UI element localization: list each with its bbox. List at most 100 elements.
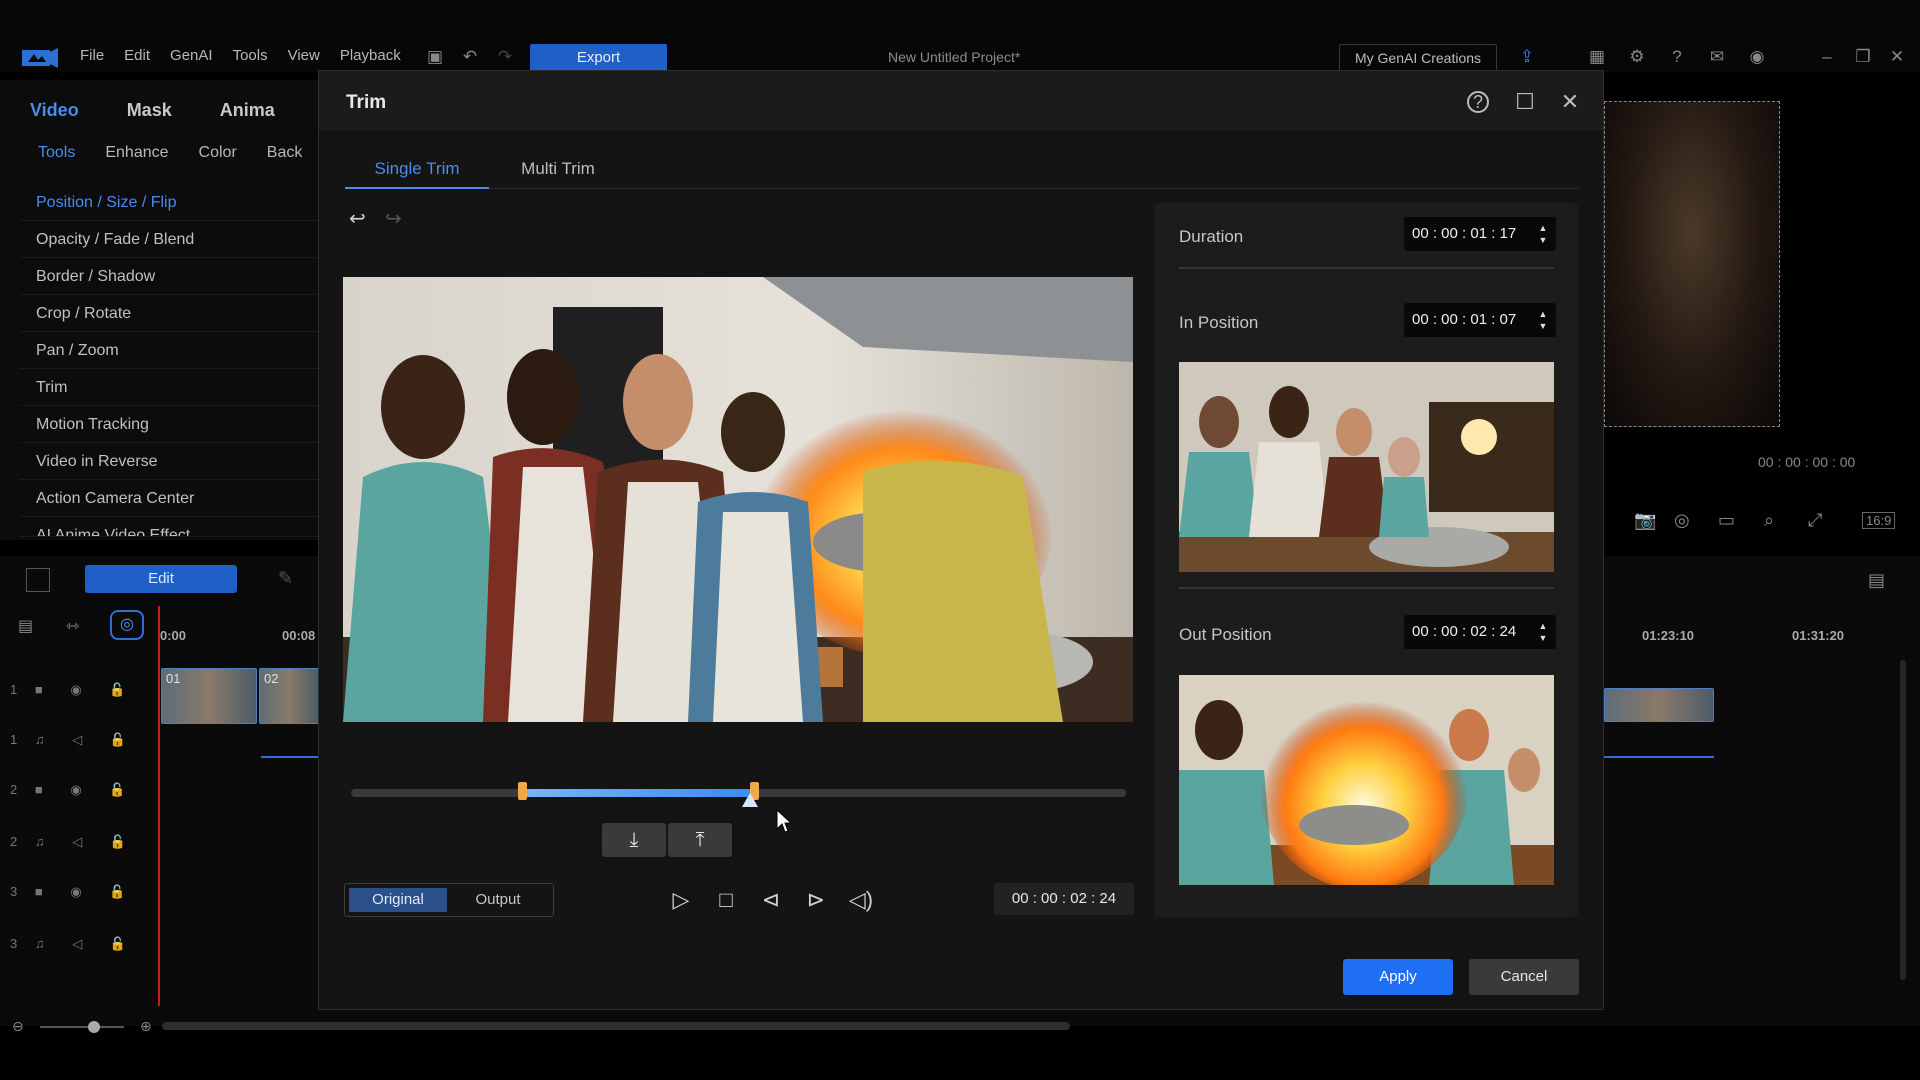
lock-icon[interactable]: 🔓 xyxy=(109,682,125,697)
stop-icon[interactable]: □ xyxy=(709,883,743,917)
tool-crop-rotate[interactable]: Crop / Rotate xyxy=(20,295,320,332)
speaker-icon[interactable]: ◁ xyxy=(72,834,82,849)
mark-out-button[interactable]: ⤒ xyxy=(668,823,732,857)
preview-quality-icon[interactable]: ◎ xyxy=(1674,510,1690,531)
lock-icon[interactable]: 🔓 xyxy=(109,884,125,899)
tool-border-shadow[interactable]: Border / Shadow xyxy=(20,258,320,295)
undo-icon[interactable]: ↩ xyxy=(349,206,366,231)
track-manager-icon[interactable]: ▤ xyxy=(18,616,33,636)
speaker-icon[interactable]: ◁ xyxy=(72,936,82,951)
share-icon[interactable]: ⇪ xyxy=(1516,46,1538,68)
close-app-icon[interactable]: ✕ xyxy=(1886,46,1908,68)
subtab-color[interactable]: Color xyxy=(199,144,237,162)
menu-tools[interactable]: Tools xyxy=(233,47,268,64)
timeline-clip[interactable]: 01 xyxy=(161,668,257,724)
audio-clip[interactable] xyxy=(261,728,319,758)
my-genai-creations-button[interactable]: My GenAI Creations xyxy=(1339,44,1497,72)
timeline-clip[interactable] xyxy=(1604,688,1714,722)
eye-icon[interactable]: ◉ xyxy=(70,782,81,797)
fit-timeline-icon[interactable]: ⇿ xyxy=(66,616,79,636)
menu-edit[interactable]: Edit xyxy=(124,47,150,64)
output-view-button[interactable]: Output xyxy=(449,888,547,912)
gear-icon[interactable]: ⚙ xyxy=(1626,46,1648,68)
tab-video[interactable]: Video xyxy=(30,100,79,121)
menu-genai[interactable]: GenAI xyxy=(170,47,213,64)
restore-icon[interactable]: ❐ xyxy=(1852,46,1874,68)
next-frame-icon[interactable]: ⊳ xyxy=(799,883,833,917)
trim-scrubber[interactable] xyxy=(351,782,1126,807)
megaphone-icon[interactable]: ✉ xyxy=(1706,46,1728,68)
tool-opacity-fade-blend[interactable]: Opacity / Fade / Blend xyxy=(20,221,320,258)
minimize-icon[interactable]: – xyxy=(1816,46,1838,68)
magic-tool-icon[interactable]: ◎ xyxy=(110,610,144,640)
tab-single-trim[interactable]: Single Trim xyxy=(345,159,489,189)
volume-icon[interactable]: ◁) xyxy=(844,883,878,917)
aspect-ratio-icon[interactable]: 16:9 xyxy=(1862,512,1896,529)
lock-icon[interactable]: 🔓 xyxy=(110,834,126,849)
layout-icon[interactable]: ▦ xyxy=(1586,46,1608,68)
timeline-clip[interactable]: 02 xyxy=(259,668,319,724)
redo-icon[interactable]: ↷ xyxy=(494,46,516,68)
tab-multi-trim[interactable]: Multi Trim xyxy=(505,159,611,189)
eye-icon[interactable]: ◉ xyxy=(70,884,81,899)
zoom-slider-track[interactable] xyxy=(40,1026,124,1028)
zoom-in-icon[interactable]: ⊕ xyxy=(140,1018,152,1035)
subtab-background[interactable]: Back xyxy=(267,144,303,162)
tab-mask[interactable]: Mask xyxy=(127,100,172,121)
close-icon[interactable]: ✕ xyxy=(1557,89,1583,115)
in-position-spinner[interactable]: ▲ ▼ xyxy=(1538,308,1548,332)
speaker-icon[interactable]: ◁ xyxy=(72,732,82,747)
timeline-vertical-scrollbar[interactable] xyxy=(1900,660,1906,980)
fullscreen-icon[interactable]: ⤢ xyxy=(1808,510,1822,531)
subtab-enhance[interactable]: Enhance xyxy=(105,144,168,162)
tab-animation[interactable]: Anima xyxy=(220,100,275,121)
menu-file[interactable]: File xyxy=(80,47,104,64)
apply-button[interactable]: Apply xyxy=(1343,959,1453,995)
save-icon[interactable]: ▣ xyxy=(424,46,446,68)
in-position-field[interactable]: 00 : 00 : 01 : 07 ▲ ▼ xyxy=(1404,303,1556,337)
tool-trim[interactable]: Trim xyxy=(20,369,320,406)
help-icon[interactable]: ? xyxy=(1467,91,1489,113)
tool-position-size-flip[interactable]: Position / Size / Flip xyxy=(20,184,320,221)
subtab-tools[interactable]: Tools xyxy=(38,144,75,162)
edit-button[interactable]: Edit xyxy=(85,565,237,593)
pen-icon[interactable]: ✎ xyxy=(278,568,293,589)
eye-icon[interactable]: ◉ xyxy=(70,682,81,697)
snapshot-icon[interactable]: 📷 xyxy=(1634,510,1656,531)
play-icon[interactable]: ▷ xyxy=(664,883,698,917)
tool-video-in-reverse[interactable]: Video in Reverse xyxy=(20,443,320,480)
original-view-button[interactable]: Original xyxy=(349,888,447,912)
help-icon[interactable]: ? xyxy=(1666,46,1688,68)
duration-spinner[interactable]: ▲ ▼ xyxy=(1538,222,1548,246)
undo-icon[interactable]: ↶ xyxy=(459,46,481,68)
lock-icon[interactable]: 🔓 xyxy=(110,936,126,951)
export-button[interactable]: Export xyxy=(530,44,667,72)
subtitle-icon[interactable]: ▤ xyxy=(1868,570,1885,591)
lock-icon[interactable]: 🔓 xyxy=(110,732,126,747)
out-position-spinner[interactable]: ▲ ▼ xyxy=(1538,620,1548,644)
zoom-slider-handle[interactable] xyxy=(88,1021,100,1033)
lock-icon[interactable]: 🔓 xyxy=(109,782,125,797)
maximize-icon[interactable]: ☐ xyxy=(1512,89,1538,115)
menu-playback[interactable]: Playback xyxy=(340,47,401,64)
account-icon[interactable]: ◉ xyxy=(1746,46,1768,68)
zoom-preview-icon[interactable]: ⌕ xyxy=(1764,510,1774,531)
menu-view[interactable]: View xyxy=(288,47,320,64)
tool-ai-anime-video-effect[interactable]: AI Anime Video Effect xyxy=(20,517,320,537)
scrubber-playhead[interactable] xyxy=(742,793,759,807)
redo-icon[interactable]: ↪ xyxy=(385,206,402,231)
mark-in-button[interactable]: ⤓ xyxy=(602,823,666,857)
tool-motion-tracking[interactable]: Motion Tracking xyxy=(20,406,320,443)
audio-clip[interactable] xyxy=(1604,728,1714,758)
cancel-button[interactable]: Cancel xyxy=(1469,959,1579,995)
duration-field[interactable]: 00 : 00 : 01 : 17 ▲ ▼ xyxy=(1404,217,1556,251)
zoom-out-icon[interactable]: ⊖ xyxy=(12,1018,24,1035)
display-mode-icon[interactable]: ▭ xyxy=(1718,510,1735,531)
tool-action-camera-center[interactable]: Action Camera Center xyxy=(20,480,320,517)
previous-frame-icon[interactable]: ⊲ xyxy=(754,883,788,917)
storyboard-icon[interactable] xyxy=(26,568,50,592)
timeline-horizontal-scrollbar[interactable] xyxy=(162,1022,1070,1030)
tool-pan-zoom[interactable]: Pan / Zoom xyxy=(20,332,320,369)
trim-in-handle[interactable] xyxy=(517,782,527,800)
out-position-field[interactable]: 00 : 00 : 02 : 24 ▲ ▼ xyxy=(1404,615,1556,649)
